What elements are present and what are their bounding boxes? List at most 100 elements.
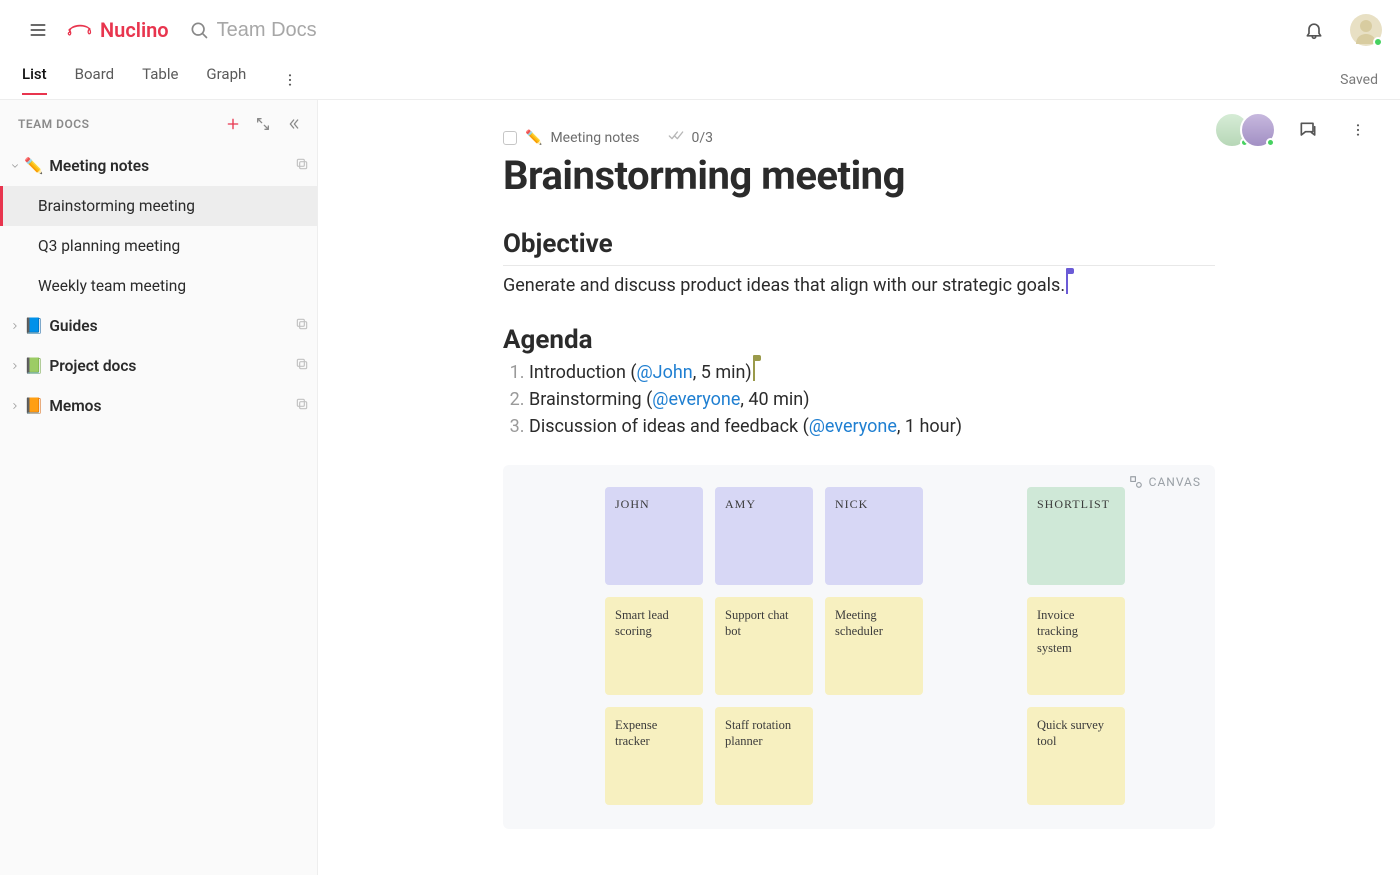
breadcrumb-parent[interactable]: ✏️ Meeting notes (503, 130, 640, 146)
canvas-badge: CANVAS (1129, 475, 1201, 489)
canvas-note[interactable]: Support chat bot (715, 597, 813, 695)
comments-icon[interactable] (1290, 112, 1326, 148)
sidebar-item-guides[interactable]: 📘 Guides (0, 306, 317, 346)
canvas-gap (935, 707, 1015, 805)
canvas-note[interactable]: NICK (825, 487, 923, 585)
sidebar-item-label: Memos (49, 397, 101, 415)
agenda-text: , 5 min) (693, 362, 752, 383)
collaborator-avatar[interactable] (1240, 112, 1276, 148)
canvas-note[interactable]: AMY (715, 487, 813, 585)
agenda-item[interactable]: Introduction (@John, 5 min) (529, 361, 1215, 383)
section-agenda-heading[interactable]: Agenda (503, 325, 1215, 355)
canvas-badge-label: CANVAS (1149, 475, 1201, 489)
app-name: Nuclino (100, 18, 169, 42)
folder-emoji: ✏️ (24, 157, 43, 175)
shapes-icon (1129, 475, 1143, 489)
task-progress[interactable]: 0/3 (668, 130, 714, 146)
search-box[interactable] (189, 19, 477, 42)
canvas-gap (935, 487, 1015, 585)
view-tabs: List Board Table Graph (22, 65, 246, 95)
canvas-gap (935, 597, 1015, 695)
app-logo[interactable]: Nuclino (66, 18, 169, 42)
chevron-right-icon (8, 361, 22, 371)
agenda-text: Discussion of ideas and feedback ( (529, 416, 809, 437)
sidebar-item-project-docs[interactable]: 📗 Project docs (0, 346, 317, 386)
chevron-down-icon (8, 161, 22, 171)
canvas-note[interactable]: Smart lead scoring (605, 597, 703, 695)
current-user-avatar[interactable] (1350, 14, 1382, 46)
mention[interactable]: @everyone (652, 389, 740, 410)
section-objective-heading[interactable]: Objective (503, 229, 1215, 266)
copy-icon[interactable] (295, 397, 309, 415)
agenda-text: Introduction ( (529, 362, 637, 383)
objective-text-content: Generate and discuss product ideas that … (503, 275, 1065, 296)
agenda-list[interactable]: Introduction (@John, 5 min) Brainstormin… (503, 361, 1215, 437)
sidebar-item-label: Brainstorming meeting (38, 197, 195, 215)
agenda-item[interactable]: Discussion of ideas and feedback (@every… (529, 416, 1215, 437)
canvas-note[interactable]: JOHN (605, 487, 703, 585)
folder-emoji: 📗 (24, 357, 43, 375)
sidebar-item-weekly-team[interactable]: Weekly team meeting (0, 266, 317, 306)
breadcrumb: ✏️ Meeting notes 0/3 (503, 130, 1215, 146)
canvas-note[interactable]: Invoice tracking system (1027, 597, 1125, 695)
canvas-note[interactable]: Staff rotation planner (715, 707, 813, 805)
agenda-text: Brainstorming ( (529, 389, 652, 410)
canvas-note[interactable]: Meeting scheduler (825, 597, 923, 695)
tab-table[interactable]: Table (142, 65, 178, 95)
breadcrumb-emoji: ✏️ (525, 130, 542, 146)
page-title[interactable]: Brainstorming meeting (503, 152, 1215, 199)
copy-icon[interactable] (295, 157, 309, 175)
tab-list[interactable]: List (22, 65, 47, 95)
search-icon (189, 20, 209, 40)
canvas-block[interactable]: CANVAS JOHN AMY NICK SHORTLIST Smart lea… (503, 465, 1215, 829)
doc-more-icon[interactable] (1340, 112, 1376, 148)
remote-cursor (1066, 274, 1068, 294)
sidebar-item-label: Weekly team meeting (38, 277, 186, 295)
sidebar-item-brainstorming[interactable]: Brainstorming meeting (0, 186, 317, 226)
objective-text[interactable]: Generate and discuss product ideas that … (503, 272, 1215, 299)
tab-board[interactable]: Board (75, 65, 114, 95)
presence-indicator (1373, 37, 1383, 47)
view-more-icon[interactable] (272, 62, 308, 98)
chevron-right-icon (8, 401, 22, 411)
sidebar-item-q3-planning[interactable]: Q3 planning meeting (0, 226, 317, 266)
agenda-text: , 1 hour) (897, 416, 962, 437)
collapse-sidebar-icon[interactable] (279, 110, 307, 138)
folder-emoji: 📙 (24, 397, 43, 415)
checkmarks-icon (668, 130, 684, 146)
task-count: 0/3 (692, 130, 714, 146)
search-input[interactable] (217, 19, 477, 42)
sidebar: TEAM DOCS ✏️ Meeting notes (0, 100, 318, 875)
mention[interactable]: @everyone (809, 416, 897, 437)
hamburger-menu[interactable] (20, 12, 56, 48)
sidebar-item-label: Guides (49, 317, 97, 335)
breadcrumb-label: Meeting notes (550, 130, 639, 146)
sidebar-item-memos[interactable]: 📙 Memos (0, 386, 317, 426)
page-icon (503, 131, 517, 145)
sidebar-title: TEAM DOCS (18, 117, 89, 131)
presence-indicator (1266, 138, 1275, 147)
sidebar-item-meeting-notes[interactable]: ✏️ Meeting notes (0, 146, 317, 186)
canvas-note[interactable]: Quick survey tool (1027, 707, 1125, 805)
document-area: ✏️ Meeting notes 0/3 Brainstorming meeti… (318, 100, 1400, 875)
sidebar-tree: ✏️ Meeting notes Brainstorming meeting Q… (0, 146, 317, 426)
notifications-icon[interactable] (1296, 12, 1332, 48)
agenda-text: , 40 min) (740, 389, 809, 410)
canvas-note[interactable]: SHORTLIST (1027, 487, 1125, 585)
canvas-empty (825, 707, 905, 805)
sidebar-item-label: Meeting notes (49, 157, 149, 175)
remote-cursor (753, 361, 755, 381)
tab-graph[interactable]: Graph (206, 65, 246, 95)
save-status: Saved (1340, 72, 1378, 88)
sidebar-item-label: Project docs (49, 357, 136, 375)
canvas-note[interactable]: Expense tracker (605, 707, 703, 805)
collaborator-avatars[interactable] (1214, 112, 1276, 148)
agenda-item[interactable]: Brainstorming (@everyone, 40 min) (529, 389, 1215, 410)
copy-icon[interactable] (295, 357, 309, 375)
sidebar-item-label: Q3 planning meeting (38, 237, 180, 255)
expand-sidebar-icon[interactable] (249, 110, 277, 138)
folder-emoji: 📘 (24, 317, 43, 335)
mention[interactable]: @John (637, 362, 693, 383)
add-page-button[interactable] (219, 110, 247, 138)
copy-icon[interactable] (295, 317, 309, 335)
